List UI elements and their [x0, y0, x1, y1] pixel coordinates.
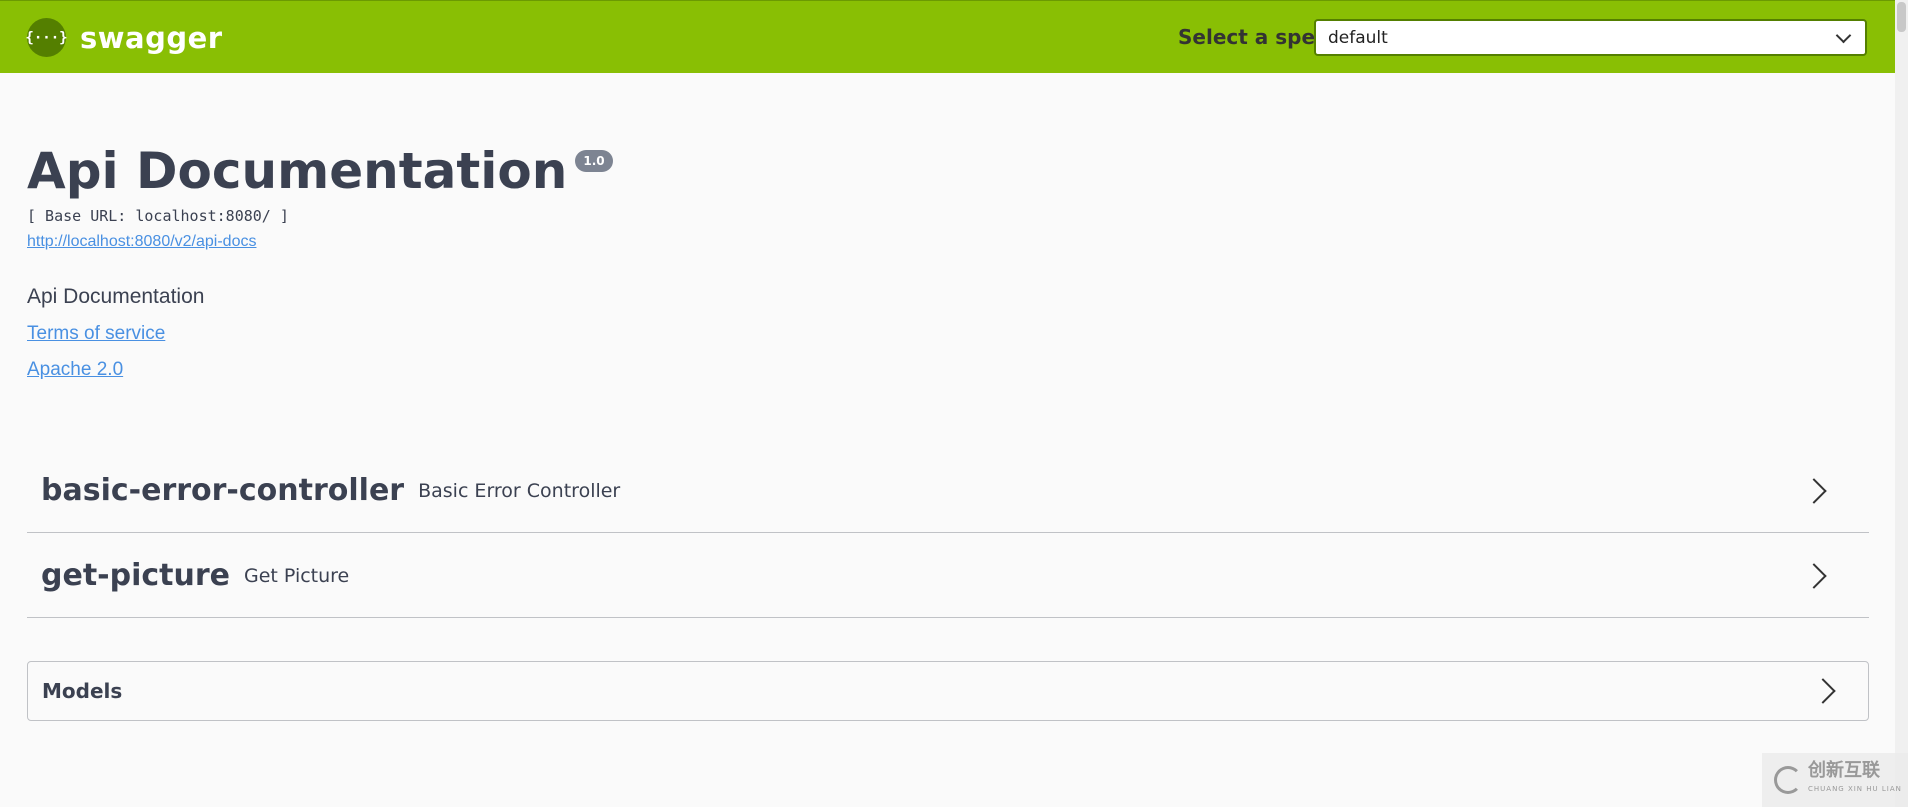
tag-description: Get Picture — [244, 564, 350, 587]
watermark-text: 创新互联 CHUANG XIN HU LIAN — [1808, 762, 1902, 798]
models-label: Models — [42, 679, 123, 703]
watermark-logo-icon — [1774, 766, 1802, 794]
watermark-sub: CHUANG XIN HU LIAN — [1808, 785, 1902, 793]
terms-of-service-link[interactable]: Terms of service — [27, 323, 165, 345]
chevron-right-icon[interactable] — [1810, 678, 1836, 704]
spec-select-value: default — [1328, 27, 1388, 48]
api-info: Api Documentation 1.0 — [27, 140, 613, 202]
scrollbar-thumb[interactable] — [1897, 2, 1906, 32]
brand-name: swagger — [80, 20, 223, 55]
tag-description: Basic Error Controller — [418, 479, 621, 502]
chevron-down-icon — [1835, 27, 1852, 43]
models-section[interactable]: Models — [27, 661, 1869, 721]
base-url: [ Base URL: localhost:8080/ ] — [27, 207, 289, 225]
watermark: 创新互联 CHUANG XIN HU LIAN — [1762, 753, 1908, 807]
license-link[interactable]: Apache 2.0 — [27, 359, 123, 381]
api-description: Api Documentation — [27, 285, 205, 308]
version-badge: 1.0 — [575, 150, 613, 172]
spec-select[interactable]: default — [1314, 19, 1867, 56]
swagger-logo-icon: {···} — [25, 18, 68, 57]
watermark-main: 创新互联 — [1808, 760, 1880, 781]
topbar: {···} swagger Select a spec default — [0, 0, 1895, 73]
scrollbar-track[interactable] — [1895, 0, 1908, 807]
tag-get-picture[interactable]: get-picture Get Picture — [27, 534, 1869, 618]
tag-name: get-picture — [41, 558, 230, 593]
api-docs-link[interactable]: http://localhost:8080/v2/api-docs — [27, 233, 256, 251]
chevron-right-icon[interactable] — [1801, 562, 1827, 589]
chevron-right-icon[interactable] — [1801, 477, 1827, 504]
tag-name: basic-error-controller — [41, 473, 405, 508]
page-title: Api Documentation — [27, 142, 568, 200]
spec-select-label: Select a spec — [1178, 25, 1327, 49]
swagger-logo[interactable]: {···} swagger — [25, 18, 223, 57]
tag-basic-error-controller[interactable]: basic-error-controller Basic Error Contr… — [27, 449, 1869, 533]
